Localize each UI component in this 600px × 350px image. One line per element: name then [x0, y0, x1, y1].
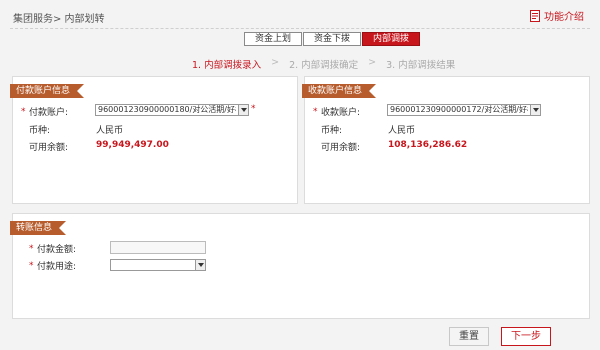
- tab-fund-down[interactable]: 资金下拨: [303, 32, 361, 46]
- payer-account-value: 960001230900000180/对公活期/好极有限: [98, 105, 236, 114]
- chevron-down-icon[interactable]: [195, 260, 205, 270]
- reset-button[interactable]: 重置: [449, 327, 489, 346]
- payer-account-label: 付款账户:: [29, 108, 69, 118]
- payee-account-value: 960001230900000172/对公活期/好极有限: [390, 105, 528, 114]
- header-divider: [10, 28, 590, 29]
- required-mark: *: [313, 106, 318, 117]
- next-step-button[interactable]: 下一步: [501, 327, 551, 346]
- purpose-select[interactable]: [110, 259, 206, 271]
- payer-currency-value-row: 人民币: [96, 123, 123, 136]
- payee-currency-value: 人民币: [388, 126, 416, 136]
- payer-balance-value: 99,949,497.00: [96, 140, 169, 150]
- step-arrow: >: [271, 57, 280, 68]
- chevron-down-icon[interactable]: [238, 105, 248, 115]
- help-label: 功能介绍: [544, 12, 584, 23]
- document-icon: [530, 9, 540, 22]
- required-mark: *: [29, 260, 34, 271]
- step-2: 2. 内部调拨确定: [289, 60, 359, 71]
- payer-currency-label: 币种:: [29, 126, 51, 136]
- payee-balance-value: 108,136,286.62: [388, 140, 468, 150]
- payer-panel-title: 付款账户信息: [10, 84, 84, 98]
- purpose-row: * 付款用途:: [29, 259, 77, 273]
- payee-currency-label: 币种:: [321, 126, 343, 136]
- payer-account-select[interactable]: 960001230900000180/对公活期/好极有限: [95, 104, 249, 116]
- payer-currency-row: 币种:: [29, 123, 50, 136]
- top-bar: 集团服务> 内部划转 功能介绍: [0, 0, 600, 30]
- breadcrumb: 集团服务> 内部划转: [13, 14, 105, 25]
- payee-account-select[interactable]: 960001230900000172/对公活期/好极有限: [387, 104, 541, 116]
- payee-balance-row: 可用余额:: [321, 140, 360, 153]
- payee-currency-value-row: 人民币: [388, 123, 415, 136]
- payer-balance-value-row: 99,949,497.00: [96, 140, 169, 150]
- payer-currency-value: 人民币: [96, 126, 124, 136]
- required-mark: *: [21, 106, 26, 117]
- payee-currency-row: 币种:: [321, 123, 342, 136]
- payee-account-panel: 收款账户信息 * 收款账户: 960001230900000172/对公活期/好…: [304, 76, 590, 204]
- payee-balance-value-row: 108,136,286.62: [388, 140, 467, 150]
- payee-balance-label: 可用余额:: [321, 143, 361, 153]
- chevron-down-icon[interactable]: [530, 105, 540, 115]
- payer-account-row: * 付款账户:: [21, 105, 69, 119]
- required-mark: *: [29, 243, 34, 254]
- amount-label: 付款金额:: [37, 245, 77, 255]
- payee-account-label: 收款账户:: [321, 108, 361, 118]
- amount-input[interactable]: [110, 241, 206, 254]
- purpose-label: 付款用途:: [37, 262, 77, 272]
- required-mark: *: [251, 104, 256, 114]
- step-arrow: >: [368, 57, 377, 68]
- amount-row: * 付款金额:: [29, 242, 77, 256]
- payer-balance-label: 可用余额:: [29, 143, 69, 153]
- step-3: 3. 内部调拨结果: [386, 60, 456, 71]
- step-1: 1. 内部调拨录入: [192, 60, 262, 71]
- payee-panel-title: 收款账户信息: [302, 84, 376, 98]
- payer-balance-row: 可用余额:: [29, 140, 68, 153]
- transfer-info-panel: 转账信息 * 付款金额: * 付款用途:: [12, 213, 590, 319]
- payer-account-panel: 付款账户信息 * 付款账户: 960001230900000180/对公活期/好…: [12, 76, 298, 204]
- tab-fund-up[interactable]: 资金上划: [244, 32, 302, 46]
- transfer-panel-title: 转账信息: [10, 221, 66, 235]
- payee-account-row: * 收款账户:: [313, 105, 361, 119]
- help-link[interactable]: 功能介绍: [530, 8, 584, 23]
- step-indicator: 1. 内部调拨录入 > 2. 内部调拨确定 > 3. 内部调拨结果: [192, 57, 455, 71]
- tab-internal-transfer[interactable]: 内部调拨: [362, 32, 420, 46]
- tab-bar: 资金上划 资金下拨 内部调拨: [244, 32, 421, 46]
